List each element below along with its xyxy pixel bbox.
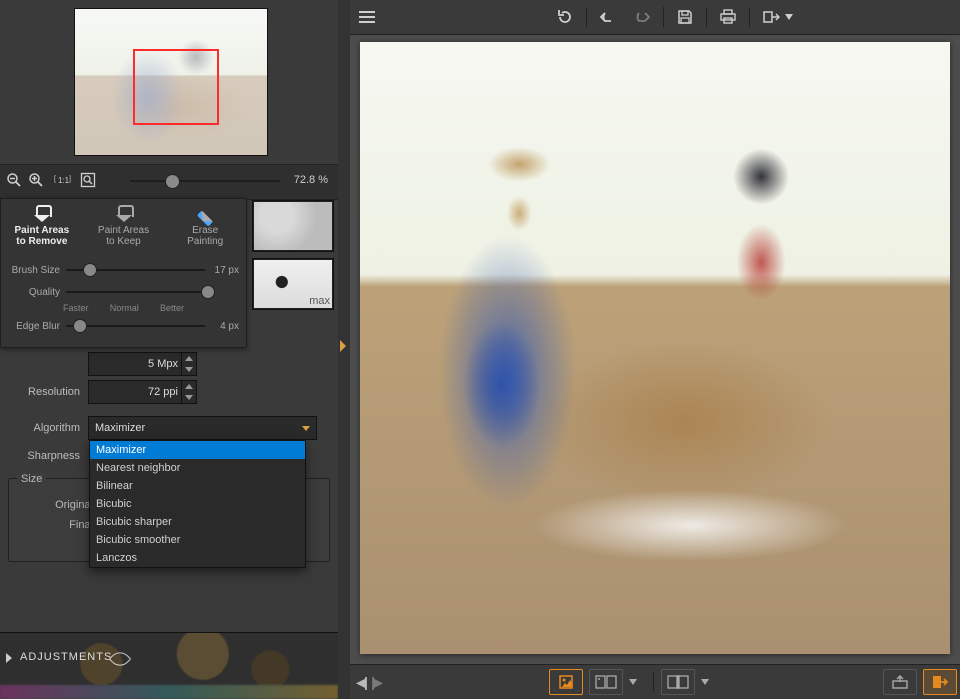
panel-splitter[interactable]	[338, 0, 350, 699]
sample-thumb-hand[interactable]	[252, 200, 334, 252]
quality-label: Quality	[8, 287, 66, 298]
edge-blur-label: Edge Blur	[8, 321, 66, 332]
megapixel-spinner[interactable]	[181, 353, 196, 375]
algorithm-option[interactable]: Bicubic sharper	[90, 513, 305, 531]
redo-button[interactable]	[625, 0, 659, 34]
brush-remove-icon	[30, 207, 54, 221]
preview-bottom-toolbar: ◀|| ||▶	[350, 664, 960, 699]
algorithm-option[interactable]: Maximizer	[90, 441, 305, 459]
svg-text:1:1: 1:1	[58, 176, 70, 185]
brush-keep-icon	[112, 207, 136, 221]
algorithm-dropdown-list[interactable]: MaximizerNearest neighborBilinearBicubic…	[89, 440, 306, 568]
size-group-title: Size	[17, 473, 46, 485]
splitter-grip-icon	[340, 340, 346, 352]
edge-blur-slider[interactable]	[66, 325, 205, 327]
resolution-spinner[interactable]	[181, 381, 196, 403]
algorithm-option[interactable]: Bicubic smoother	[90, 531, 305, 549]
quality-tick-faster: Faster	[63, 303, 89, 313]
sample-thumb-max[interactable]	[252, 258, 334, 310]
view-split-button[interactable]	[661, 669, 695, 695]
zoom-toolbar: [1:1] 72.8 %	[0, 164, 338, 200]
algorithm-option[interactable]: Nearest neighbor	[90, 459, 305, 477]
apply-button[interactable]	[923, 669, 957, 695]
upload-button[interactable]	[883, 669, 917, 695]
view-dual-button[interactable]	[589, 669, 623, 695]
quality-tick-better: Better	[160, 303, 184, 313]
brush-size-label: Brush Size	[8, 265, 66, 276]
tool-paint-remove[interactable]: Paint Areas to Remove	[1, 207, 83, 247]
sample-thumb-strip	[252, 200, 336, 310]
quality-tick-normal: Normal	[110, 303, 139, 313]
quality-slider[interactable]	[66, 291, 205, 293]
navigator-thumbnail[interactable]	[74, 8, 268, 156]
svg-text:]: ]	[69, 176, 71, 183]
zoom-in-icon[interactable]	[28, 172, 48, 192]
next-image-icon[interactable]: ||▶	[371, 674, 380, 691]
eraser-icon	[193, 207, 217, 221]
tool-paint-keep-label: Paint Areas to Keep	[83, 225, 165, 247]
algorithm-option[interactable]: Bicubic	[90, 495, 305, 513]
zoom-slider-knob[interactable]	[165, 174, 180, 189]
tool-erase[interactable]: Erase Painting	[164, 207, 246, 247]
algorithm-selected: Maximizer	[95, 422, 145, 434]
edge-blur-value: 4 px	[205, 321, 239, 332]
navigator-viewport-rect[interactable]	[133, 49, 219, 125]
adjustments-header[interactable]: ADJUSTMENTS	[0, 632, 338, 685]
preview-toolbar	[350, 0, 960, 35]
painting-tools-panel: Paint Areas to Remove Paint Areas to Kee…	[0, 198, 247, 348]
view-split-caret[interactable]	[692, 669, 718, 695]
zoom-percent: 72.8 %	[294, 174, 328, 186]
resolution-field[interactable]: 72 ppi	[88, 380, 197, 404]
expand-right-icon	[6, 653, 12, 663]
save-button[interactable]	[668, 0, 702, 34]
menu-button[interactable]	[350, 0, 384, 34]
print-button[interactable]	[711, 0, 745, 34]
export-menu-caret[interactable]	[782, 0, 796, 34]
megapixel-value: 5 Mpx	[148, 358, 178, 370]
sharpness-label: Sharpness	[0, 450, 88, 462]
prev-image-icon[interactable]: ◀||	[356, 674, 365, 691]
brush-size-value: 17 px	[205, 265, 239, 276]
zoom-out-icon[interactable]	[6, 172, 26, 192]
brush-size-slider[interactable]	[66, 269, 205, 271]
view-single-button[interactable]	[549, 669, 583, 695]
image-preview[interactable]	[360, 42, 950, 654]
resolution-value: 72 ppi	[148, 386, 178, 398]
revert-button[interactable]	[548, 0, 582, 34]
resolution-label: Resolution	[0, 386, 88, 398]
zoom-slider-track[interactable]	[130, 180, 280, 182]
adjustments-title: ADJUSTMENTS	[20, 651, 112, 663]
algorithm-dropdown[interactable]: Maximizer	[88, 416, 317, 440]
zoom-actual-icon[interactable]: [1:1]	[54, 172, 74, 192]
preview-panel: ◀|| ||▶	[350, 0, 960, 699]
tool-paint-keep[interactable]: Paint Areas to Keep	[83, 207, 165, 247]
svg-text:[: [	[54, 176, 56, 183]
tool-erase-label: Erase Painting	[164, 225, 246, 247]
undo-button[interactable]	[591, 0, 625, 34]
algorithm-option[interactable]: Bilinear	[90, 477, 305, 495]
zoom-fit-icon[interactable]	[80, 172, 100, 192]
megapixel-field[interactable]: 5 Mpx	[88, 352, 197, 376]
left-panel: [1:1] 72.8 % Paint Areas to Remove Paint…	[0, 0, 338, 699]
algorithm-label: Algorithm	[0, 422, 88, 434]
tool-paint-remove-label: Paint Areas to Remove	[1, 225, 83, 247]
left-footer-strip	[0, 685, 338, 699]
algorithm-option[interactable]: Lanczos	[90, 549, 305, 567]
view-dual-caret[interactable]	[620, 669, 646, 695]
